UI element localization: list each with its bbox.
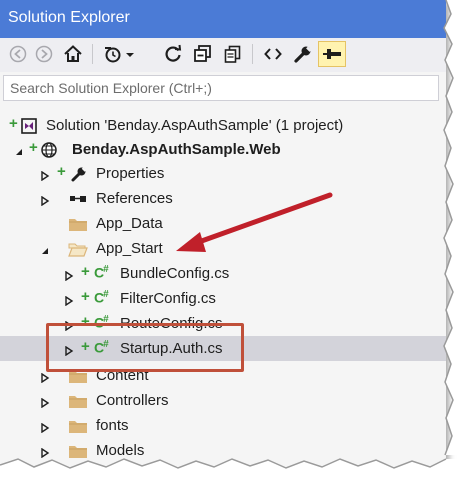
- solution-explorer-panel: Solution Explorer Search Solution Explor…: [0, 0, 446, 470]
- torn-edge-bottom: [0, 458, 474, 479]
- search-box[interactable]: [3, 75, 439, 101]
- search-input[interactable]: [4, 76, 438, 100]
- expanded-arrow-icon[interactable]: [40, 243, 50, 260]
- tree-item-properties[interactable]: + Properties: [0, 161, 446, 186]
- toolbar: [0, 38, 446, 72]
- tree-item-label: App_Start: [96, 240, 163, 257]
- plus-badge-icon: +: [57, 163, 66, 180]
- tree-item-label: References: [96, 190, 173, 207]
- plus-badge-icon: +: [29, 139, 38, 156]
- torn-edge-right: [443, 0, 474, 456]
- collapsed-arrow-icon[interactable]: [64, 293, 74, 310]
- tree-item-label: Properties: [96, 165, 165, 182]
- annotation-highlight-box: [46, 323, 244, 372]
- tree-item-label: BundleConfig.cs: [120, 265, 230, 282]
- solution-icon: [20, 117, 38, 139]
- tree-item-label: Solution 'Benday.AspAuthSample' (1 proje…: [46, 117, 344, 134]
- copy-icon[interactable]: [220, 41, 246, 67]
- collapse-all-icon[interactable]: [190, 41, 216, 67]
- expanded-arrow-icon[interactable]: [14, 144, 24, 161]
- tree-item-label: App_Data: [96, 215, 163, 232]
- tree-item-filterconfig[interactable]: + C# FilterConfig.cs: [0, 286, 446, 311]
- home-icon[interactable]: [60, 41, 86, 67]
- references-icon: [68, 190, 88, 212]
- collapsed-arrow-icon[interactable]: [40, 193, 50, 210]
- tree-item-references[interactable]: References: [0, 186, 446, 211]
- back-icon[interactable]: [6, 41, 30, 67]
- collapsed-arrow-icon[interactable]: [40, 370, 50, 387]
- tree-item-label: Controllers: [96, 392, 169, 409]
- web-project-icon: [40, 141, 58, 163]
- tree-item-solution[interactable]: + Solution 'Benday.AspAuthSample' (1 pro…: [0, 113, 446, 138]
- tree-item-label: Benday.AspAuthSample.Web: [72, 141, 281, 158]
- sync-icon[interactable]: [160, 41, 186, 67]
- folder-icon: [68, 417, 88, 439]
- code-view-icon[interactable]: [260, 41, 286, 67]
- tree-item-controllers[interactable]: Controllers: [0, 388, 446, 413]
- tree-item-project[interactable]: + Benday.AspAuthSample.Web: [0, 137, 446, 162]
- solution-tree: + Solution 'Benday.AspAuthSample' (1 pro…: [0, 110, 446, 470]
- properties-wrench-icon[interactable]: [290, 41, 316, 67]
- wrench-icon: [70, 165, 88, 187]
- collapsed-arrow-icon[interactable]: [40, 168, 50, 185]
- collapsed-arrow-icon[interactable]: [64, 268, 74, 285]
- tree-item-bundleconfig[interactable]: + C# BundleConfig.cs: [0, 261, 446, 286]
- tree-item-app-data[interactable]: App_Data: [0, 211, 446, 236]
- tree-item-label: fonts: [96, 417, 129, 434]
- plus-badge-icon: +: [9, 115, 18, 132]
- collapsed-arrow-icon[interactable]: [40, 420, 50, 437]
- csharp-file-icon: C#: [94, 264, 109, 281]
- folder-icon: [68, 215, 88, 237]
- tree-item-app-start[interactable]: App_Start: [0, 236, 446, 261]
- title-bar: Solution Explorer: [0, 0, 446, 38]
- history-icon[interactable]: [100, 41, 140, 67]
- toolbar-separator: [92, 44, 93, 64]
- plus-badge-icon: +: [81, 263, 90, 280]
- tree-item-label: FilterConfig.cs: [120, 290, 216, 307]
- tree-item-fonts[interactable]: fonts: [0, 413, 446, 438]
- window-title: Solution Explorer: [8, 9, 130, 26]
- csharp-file-icon: C#: [94, 289, 109, 306]
- collapsed-arrow-icon[interactable]: [40, 395, 50, 412]
- pin-icon[interactable]: [318, 41, 346, 67]
- folder-icon: [68, 392, 88, 414]
- forward-icon[interactable]: [32, 41, 56, 67]
- plus-badge-icon: +: [81, 288, 90, 305]
- open-folder-icon: [68, 240, 88, 262]
- toolbar-separator: [252, 44, 253, 64]
